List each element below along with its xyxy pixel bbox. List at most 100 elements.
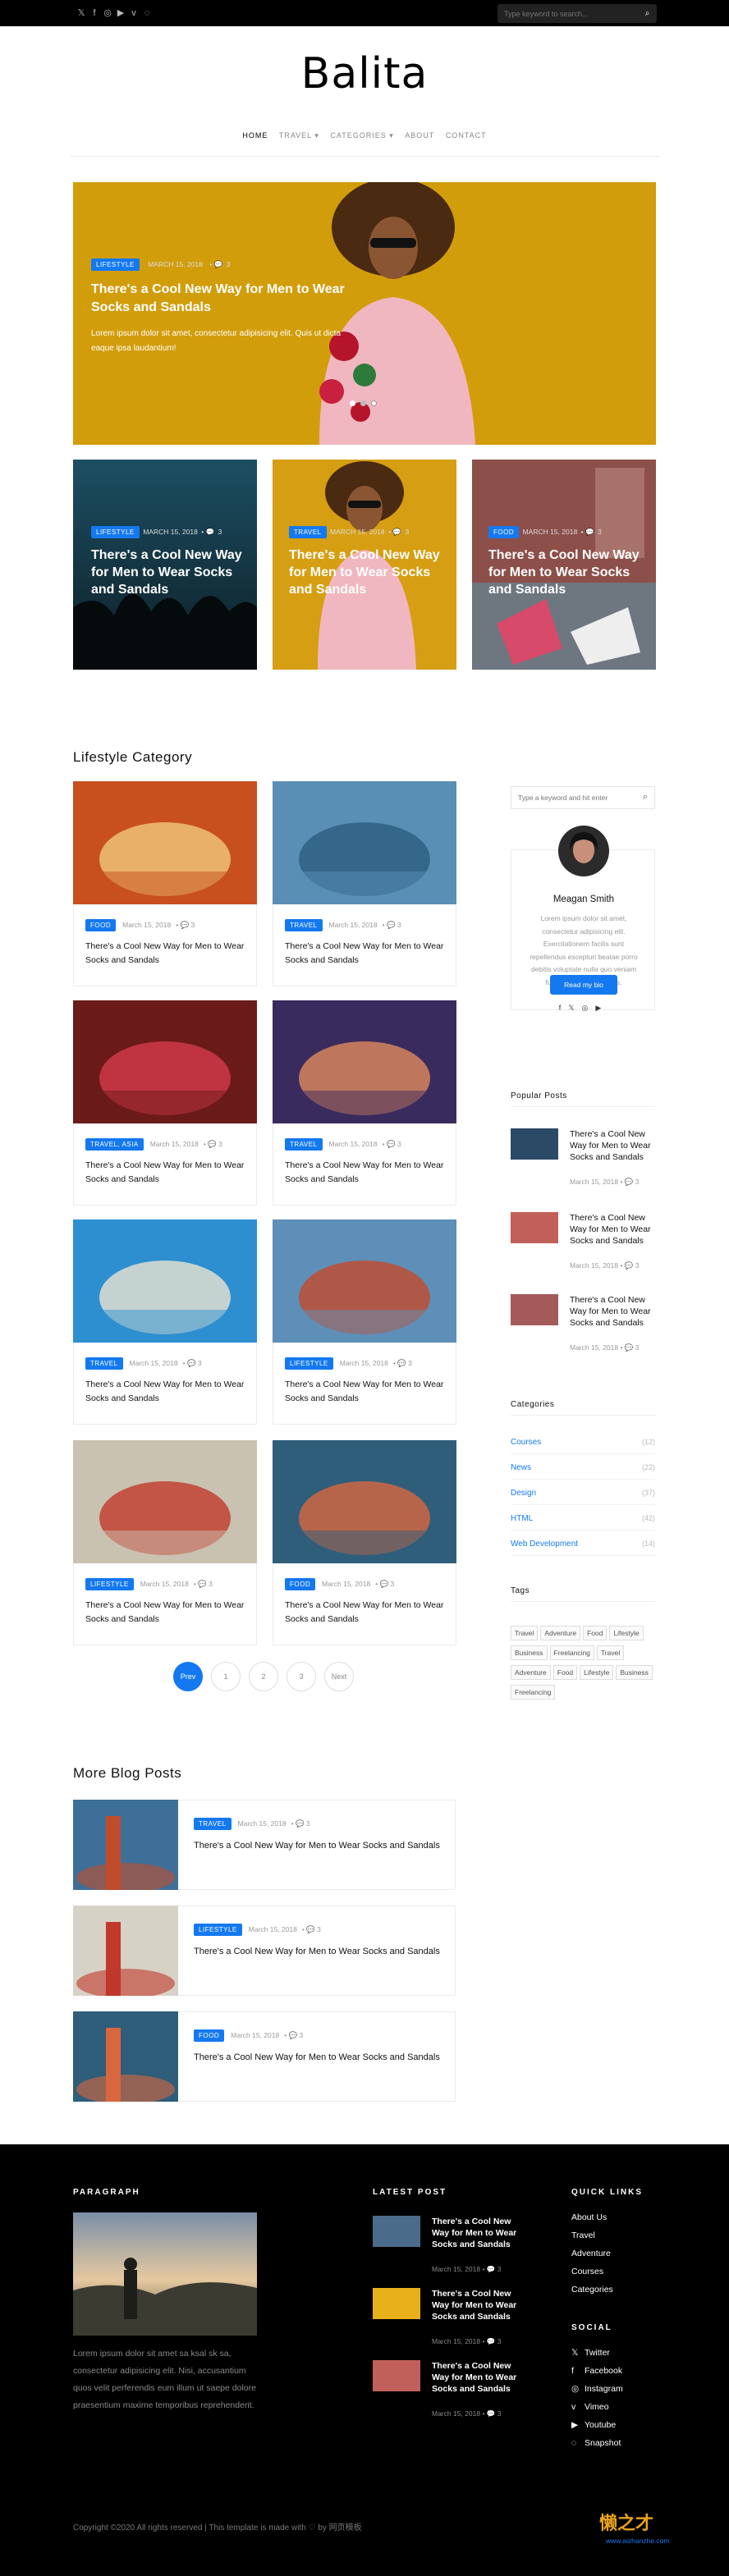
post-badge[interactable]: FOOD xyxy=(85,919,117,931)
nav-categories[interactable]: CATEGORIES ▾ xyxy=(330,131,393,140)
post-card[interactable]: TRAVEL March 15, 2018 • 💬 3 There's a Cool … xyxy=(273,1000,456,1206)
post-card[interactable]: FOOD March 15, 2018 • 💬 3 There's a Cool Ne… xyxy=(73,781,257,986)
popular-post[interactable]: There's a Cool New Way for Men to Wear S… xyxy=(511,1294,655,1368)
category-name[interactable]: Web Development xyxy=(511,1540,578,1549)
page-3[interactable]: 3 xyxy=(287,1662,316,1691)
post-badge[interactable]: TRAVEL xyxy=(194,1818,232,1830)
more-post[interactable]: TRAVEL March 15, 2018 • 💬 3 There's a Cool … xyxy=(73,1800,456,1890)
youtube-icon[interactable]: ▶ xyxy=(115,7,126,19)
post-badge[interactable]: LIFESTYLE xyxy=(85,1578,134,1590)
footer-latest-title[interactable]: There's a Cool New Way for Men to Wear S… xyxy=(432,2360,529,2395)
popular-post[interactable]: There's a Cool New Way for Men to Wear S… xyxy=(511,1212,655,1286)
post-title[interactable]: There's a Cool New Way for Men to Wear S… xyxy=(285,1378,446,1406)
post-title[interactable]: There's a Cool New Way for Men to Wear S… xyxy=(85,1159,246,1187)
footer-latest-post[interactable]: There's a Cool New Way for Men to Wear S… xyxy=(373,2216,529,2273)
post-title[interactable]: There's a Cool New Way for Men to Wear S… xyxy=(285,940,446,968)
more-post[interactable]: FOOD March 15, 2018 • 💬 3 There's a Cool Ne… xyxy=(73,2011,456,2102)
popular-title[interactable]: There's a Cool New Way for Men to Wear S… xyxy=(570,1128,655,1163)
post-card[interactable]: FOOD March 15, 2018 • 💬 3 There's a Cool Ne… xyxy=(273,1440,456,1645)
instagram-icon[interactable]: ◎ xyxy=(582,1004,596,1012)
more-post-title[interactable]: There's a Cool New Way for Men to Wear S… xyxy=(194,1838,440,1853)
category-item[interactable]: Courses (12) xyxy=(511,1438,655,1454)
footer-latest-title[interactable]: There's a Cool New Way for Men to Wear S… xyxy=(432,2216,529,2250)
card-badge[interactable]: TRAVEL xyxy=(289,526,327,538)
post-title[interactable]: There's a Cool New Way for Men to Wear S… xyxy=(85,1378,246,1406)
tag-chip[interactable]: Business xyxy=(511,1645,548,1660)
vimeo-icon[interactable]: v xyxy=(128,7,140,19)
tag-chip[interactable]: Adventure xyxy=(540,1626,581,1640)
footer-social-link[interactable]: ▶ Youtube xyxy=(571,2416,623,2434)
facebook-icon[interactable]: f xyxy=(89,7,100,19)
category-name[interactable]: Design xyxy=(511,1489,536,1498)
footer-social-link[interactable]: f Facebook xyxy=(571,2362,623,2380)
snapchat-icon[interactable]: ◌ xyxy=(141,7,153,19)
card-title[interactable]: There's a Cool New Way for Men to Wear S… xyxy=(91,547,243,598)
page-prev[interactable]: Prev xyxy=(173,1662,203,1691)
category-item[interactable]: Design (37) xyxy=(511,1489,655,1505)
tag-chip[interactable]: Travel xyxy=(511,1626,539,1640)
nav-contact[interactable]: CONTACT xyxy=(446,131,487,140)
footer-social-link[interactable]: ◌ Snapshot xyxy=(571,2434,623,2452)
search-icon[interactable]: ⌕ xyxy=(641,7,653,20)
more-post-title[interactable]: There's a Cool New Way for Men to Wear S… xyxy=(194,2050,440,2065)
category-name[interactable]: HTML xyxy=(511,1514,533,1523)
quick-link[interactable]: Adventure xyxy=(571,2244,613,2263)
nav-travel[interactable]: TRAVEL ▾ xyxy=(279,131,319,140)
footer-latest-title[interactable]: There's a Cool New Way for Men to Wear S… xyxy=(432,2288,529,2322)
card-badge[interactable]: FOOD xyxy=(488,526,520,538)
card-title[interactable]: There's a Cool New Way for Men to Wear S… xyxy=(488,547,640,598)
quick-link[interactable]: Courses xyxy=(571,2263,613,2281)
feature-card[interactable]: FOOD MARCH 15, 2018 • 💬 3 There's a Cool… xyxy=(472,460,656,670)
tag-chip[interactable]: Lifestyle xyxy=(609,1626,644,1640)
read-bio-button[interactable]: Read my bio xyxy=(550,975,617,995)
slider-dot[interactable] xyxy=(371,400,377,406)
tag-chip[interactable]: Travel xyxy=(596,1645,625,1660)
page-2[interactable]: 2 xyxy=(249,1662,278,1691)
twitter-icon[interactable]: 𝕏 xyxy=(568,1004,581,1012)
post-card[interactable]: LIFESTYLE March 15, 2018 • 💬 3 There's a Co… xyxy=(73,1440,257,1645)
more-post[interactable]: LIFESTYLE March 15, 2018 • 💬 3 There's a Co… xyxy=(73,1906,456,1996)
category-item[interactable]: News (22) xyxy=(511,1463,655,1480)
footer-social-link[interactable]: ◎ Instagram xyxy=(571,2380,623,2398)
post-card[interactable]: TRAVEL, ASIA March 15, 2018 • 💬 3 There's a… xyxy=(73,1000,257,1206)
slider-dot[interactable] xyxy=(360,400,366,406)
tag-chip[interactable]: Freelancing xyxy=(549,1645,594,1660)
quick-link[interactable]: Travel xyxy=(571,2226,613,2244)
post-title[interactable]: There's a Cool New Way for Men to Wear S… xyxy=(285,1159,446,1187)
category-name[interactable]: Courses xyxy=(511,1438,541,1447)
post-title[interactable]: There's a Cool New Way for Men to Wear S… xyxy=(85,940,246,968)
search-icon[interactable]: ⌕ xyxy=(643,792,648,803)
post-card[interactable]: LIFESTYLE March 15, 2018 • 💬 3 There's a Co… xyxy=(273,1219,456,1425)
footer-social-link[interactable]: 𝕏 Twitter xyxy=(571,2344,623,2362)
top-search-input[interactable] xyxy=(497,4,637,23)
tag-chip[interactable]: Food xyxy=(552,1665,578,1680)
footer-latest-post[interactable]: There's a Cool New Way for Men to Wear S… xyxy=(373,2288,529,2345)
tag-chip[interactable]: Freelancing xyxy=(511,1685,556,1700)
nav-home[interactable]: HOME xyxy=(242,131,268,140)
tag-chip[interactable]: Lifestyle xyxy=(580,1665,614,1680)
popular-title[interactable]: There's a Cool New Way for Men to Wear S… xyxy=(570,1212,655,1247)
feature-card[interactable]: LIFESTYLE MARCH 15, 2018 • 💬 3 There's a… xyxy=(73,460,257,670)
slider-dots[interactable] xyxy=(347,396,379,410)
post-title[interactable]: There's a Cool New Way for Men to Wear S… xyxy=(285,1599,446,1627)
youtube-icon[interactable]: ▶ xyxy=(595,1004,608,1012)
hero-title[interactable]: There's a Cool New Way for Men to Wear S… xyxy=(91,281,362,317)
footer-social-link[interactable]: v Vimeo xyxy=(571,2398,623,2416)
tag-chip[interactable]: Business xyxy=(616,1665,653,1680)
category-name[interactable]: News xyxy=(511,1463,531,1472)
feature-card[interactable]: TRAVEL MARCH 15, 2018 • 💬 3 There's a Co… xyxy=(273,460,456,670)
post-badge[interactable]: TRAVEL xyxy=(85,1357,123,1370)
tag-chip[interactable]: Food xyxy=(583,1626,608,1640)
post-badge[interactable]: FOOD xyxy=(194,2029,225,2042)
post-title[interactable]: There's a Cool New Way for Men to Wear S… xyxy=(85,1599,246,1627)
category-item[interactable]: Web Development (14) xyxy=(511,1540,655,1556)
facebook-icon[interactable]: f xyxy=(559,1004,569,1012)
quick-link[interactable]: About Us xyxy=(571,2208,613,2226)
tag-chip[interactable]: Adventure xyxy=(511,1665,551,1680)
sidebar-search-input[interactable] xyxy=(511,787,635,808)
page-1[interactable]: 1 xyxy=(211,1662,241,1691)
more-post-title[interactable]: There's a Cool New Way for Men to Wear S… xyxy=(194,1944,440,1959)
post-badge[interactable]: TRAVEL xyxy=(285,919,323,931)
post-badge[interactable]: LIFESTYLE xyxy=(194,1924,242,1936)
hero-badge[interactable]: LIFESTYLE xyxy=(91,259,140,271)
